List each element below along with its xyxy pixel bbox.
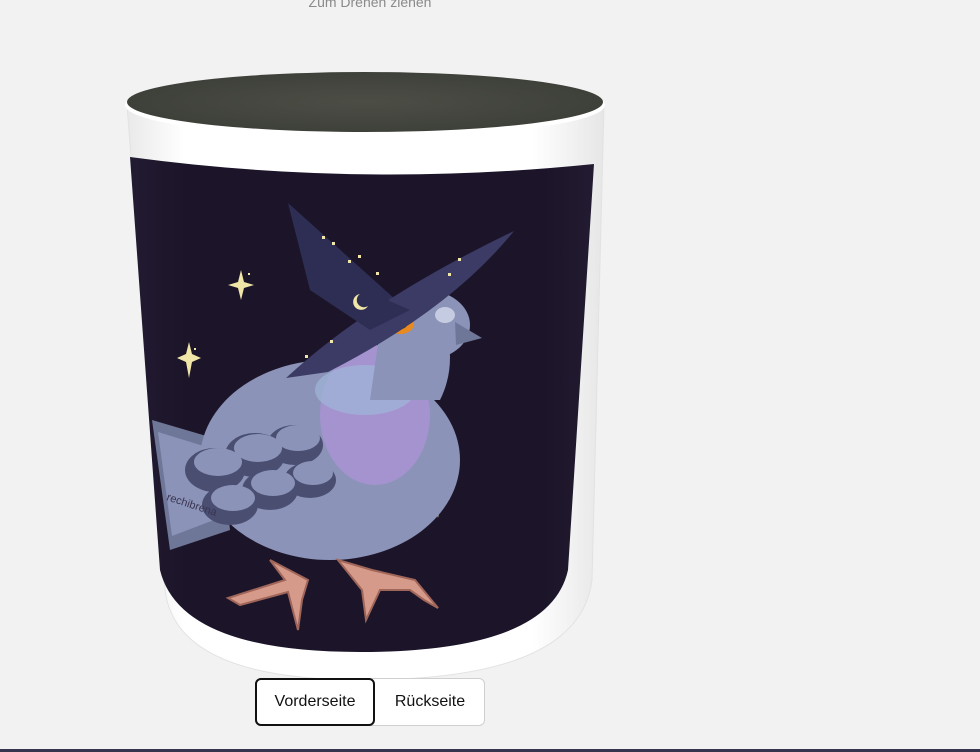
- mug-print: rechibrena: [130, 157, 594, 652]
- side-toggle: Vorderseite Rückseite: [255, 678, 485, 726]
- rotate-hint: Zum Drehen ziehen: [308, 0, 432, 10]
- mug-render: rechibrena: [125, 72, 605, 681]
- mug-3d-viewer[interactable]: rechibrena: [110, 60, 620, 681]
- product-preview-page: Zum Drehen ziehen rechibrena Vorderseite…: [0, 0, 980, 752]
- front-side-button[interactable]: Vorderseite: [255, 678, 375, 726]
- back-side-button[interactable]: Rückseite: [375, 679, 485, 725]
- mug-interior: [127, 72, 603, 132]
